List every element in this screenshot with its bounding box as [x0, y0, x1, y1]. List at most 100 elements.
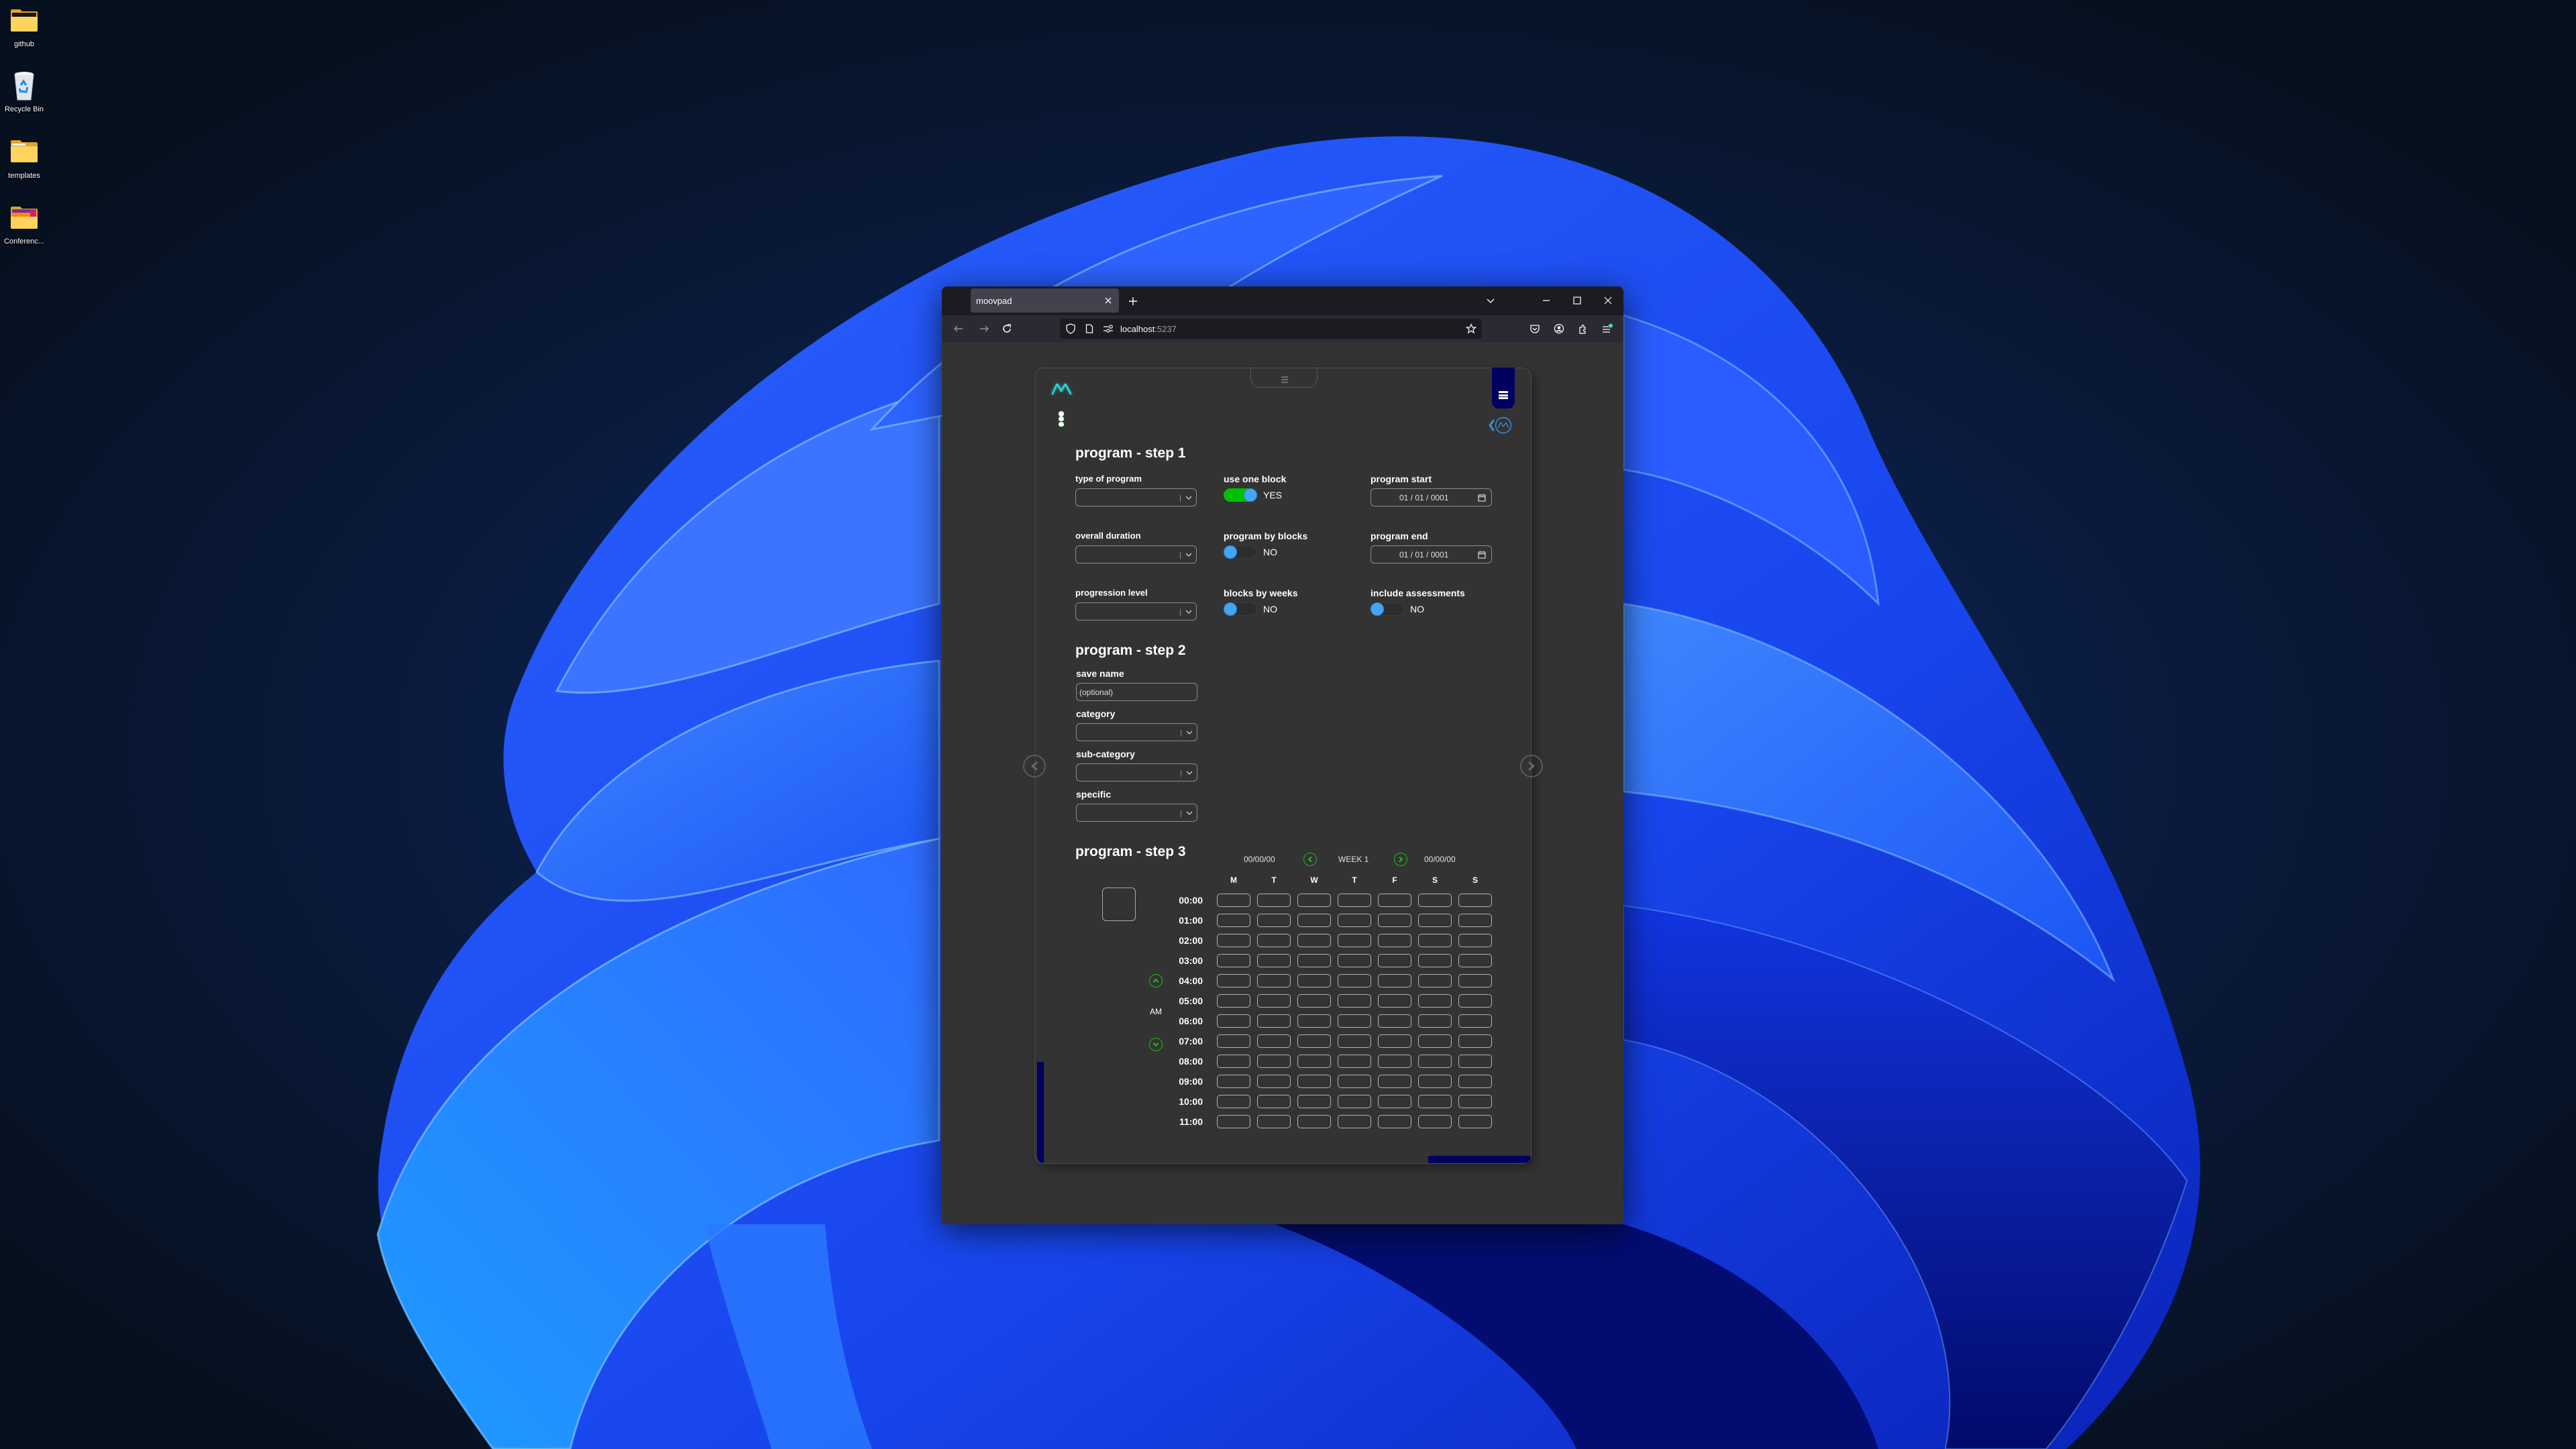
schedule-cell[interactable] — [1378, 894, 1411, 907]
schedule-cell[interactable] — [1378, 954, 1411, 967]
schedule-cell[interactable] — [1217, 1055, 1250, 1068]
schedule-cell[interactable] — [1297, 994, 1331, 1008]
schedule-cell[interactable] — [1418, 974, 1452, 987]
permissions-icon[interactable] — [1103, 324, 1114, 333]
schedule-cell[interactable] — [1217, 894, 1250, 907]
scroll-hours-up-button[interactable] — [1149, 974, 1163, 987]
schedule-cell[interactable] — [1297, 914, 1331, 927]
program-by-blocks-toggle[interactable] — [1224, 545, 1257, 559]
schedule-cell[interactable] — [1217, 934, 1250, 947]
schedule-cell[interactable] — [1418, 954, 1452, 967]
save-name-input[interactable] — [1076, 683, 1197, 701]
schedule-cell[interactable] — [1297, 1014, 1331, 1028]
schedule-cell[interactable] — [1458, 1115, 1492, 1128]
menu-icon[interactable] — [1601, 323, 1613, 334]
schedule-cell[interactable] — [1378, 1075, 1411, 1088]
drawer-handle[interactable] — [1250, 367, 1318, 388]
schedule-cell[interactable] — [1297, 1115, 1331, 1128]
schedule-cell[interactable] — [1257, 1014, 1291, 1028]
schedule-cell[interactable] — [1217, 954, 1250, 967]
desktop-icon-github[interactable]: github — [0, 8, 48, 55]
maximize-icon[interactable] — [1572, 296, 1582, 305]
schedule-cell[interactable] — [1338, 994, 1371, 1008]
schedule-cell[interactable] — [1418, 1095, 1452, 1108]
reload-icon[interactable] — [1002, 323, 1012, 334]
schedule-cell[interactable] — [1297, 1034, 1331, 1048]
schedule-cell[interactable] — [1338, 934, 1371, 947]
new-tab-icon[interactable] — [1128, 297, 1138, 306]
schedule-cell[interactable] — [1338, 1115, 1371, 1128]
schedule-cell[interactable] — [1217, 1034, 1250, 1048]
schedule-cell[interactable] — [1257, 934, 1291, 947]
schedule-cell[interactable] — [1338, 954, 1371, 967]
blocks-by-weeks-toggle[interactable] — [1224, 602, 1257, 616]
schedule-cell[interactable] — [1257, 994, 1291, 1008]
pocket-icon[interactable] — [1529, 323, 1540, 334]
type-of-program-select[interactable] — [1075, 488, 1197, 506]
schedule-cell[interactable] — [1217, 1014, 1250, 1028]
schedule-cell[interactable] — [1378, 1095, 1411, 1108]
program-start-date-input[interactable]: 01 / 01 / 0001 — [1371, 488, 1492, 506]
schedule-cell[interactable] — [1418, 1115, 1452, 1128]
schedule-cell[interactable] — [1418, 934, 1452, 947]
schedule-cell[interactable] — [1297, 954, 1331, 967]
schedule-cell[interactable] — [1297, 934, 1331, 947]
tab-moovpad[interactable]: moovpad — [971, 288, 1119, 313]
bookmark-star-icon[interactable] — [1466, 323, 1477, 334]
sidebar-toggle-button[interactable] — [1492, 368, 1515, 409]
calendar-icon[interactable] — [1478, 494, 1486, 502]
schedule-cell[interactable] — [1458, 954, 1492, 967]
schedule-cell[interactable] — [1458, 934, 1492, 947]
desktop-icon-conference[interactable]: Conferenc... — [0, 205, 48, 252]
schedule-cell[interactable] — [1217, 1075, 1250, 1088]
schedule-cell[interactable] — [1257, 954, 1291, 967]
url-text[interactable]: localhost:5237 — [1120, 324, 1177, 334]
schedule-cell[interactable] — [1418, 1055, 1452, 1068]
account-icon[interactable] — [1554, 323, 1564, 334]
schedule-cell[interactable] — [1458, 1095, 1492, 1108]
schedule-cell[interactable] — [1378, 994, 1411, 1008]
calendar-icon[interactable] — [1478, 551, 1486, 559]
scroll-hours-down-button[interactable] — [1149, 1038, 1163, 1051]
schedule-cell[interactable] — [1297, 974, 1331, 987]
schedule-cell[interactable] — [1217, 994, 1250, 1008]
progression-level-select[interactable] — [1075, 602, 1197, 621]
schedule-cell[interactable] — [1378, 1034, 1411, 1048]
schedule-cell[interactable] — [1338, 1075, 1371, 1088]
close-icon[interactable] — [1603, 296, 1613, 305]
schedule-cell[interactable] — [1338, 894, 1371, 907]
use-one-block-toggle[interactable] — [1224, 488, 1257, 502]
schedule-cell[interactable] — [1338, 914, 1371, 927]
program-end-date-input[interactable]: 01 / 01 / 0001 — [1371, 545, 1492, 564]
sub-category-select[interactable] — [1076, 763, 1197, 782]
schedule-cell[interactable] — [1217, 1095, 1250, 1108]
schedule-cell[interactable] — [1418, 1075, 1452, 1088]
schedule-cell[interactable] — [1257, 894, 1291, 907]
category-select[interactable] — [1076, 723, 1197, 741]
schedule-cell[interactable] — [1458, 914, 1492, 927]
schedule-cell[interactable] — [1217, 974, 1250, 987]
schedule-cell[interactable] — [1378, 1055, 1411, 1068]
schedule-cell[interactable] — [1257, 1115, 1291, 1128]
schedule-cell[interactable] — [1458, 1034, 1492, 1048]
schedule-cell[interactable] — [1378, 934, 1411, 947]
specific-select[interactable] — [1076, 804, 1197, 822]
previous-week-button[interactable] — [1303, 853, 1317, 866]
schedule-cell[interactable] — [1257, 914, 1291, 927]
schedule-cell[interactable] — [1418, 1034, 1452, 1048]
tab-close-icon[interactable] — [1104, 297, 1112, 305]
schedule-cell[interactable] — [1217, 914, 1250, 927]
schedule-cell[interactable] — [1217, 1115, 1250, 1128]
schedule-cell[interactable] — [1338, 1095, 1371, 1108]
forward-arrow-icon[interactable] — [979, 323, 989, 334]
extensions-icon[interactable] — [1578, 323, 1589, 334]
schedule-cell[interactable] — [1418, 914, 1452, 927]
schedule-cell[interactable] — [1297, 1055, 1331, 1068]
previous-step-button[interactable] — [1023, 755, 1046, 777]
next-week-button[interactable] — [1394, 853, 1407, 866]
next-step-button[interactable] — [1520, 755, 1543, 777]
more-vertical-icon[interactable] — [1059, 411, 1064, 427]
back-to-home-button[interactable] — [1488, 417, 1542, 434]
schedule-cell[interactable] — [1378, 914, 1411, 927]
overall-duration-select[interactable] — [1075, 545, 1197, 564]
